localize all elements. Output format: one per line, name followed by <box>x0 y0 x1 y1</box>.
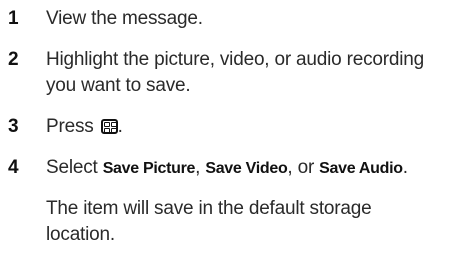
step-text: View the message. <box>46 8 203 29</box>
step-number: 1 <box>8 8 19 29</box>
separator: , or <box>287 157 320 178</box>
step-text-after: . <box>117 116 123 137</box>
step-text-select: Select <box>46 157 103 178</box>
save-picture-option: Save Picture <box>102 160 196 177</box>
save-video-option: Save Video <box>205 160 288 177</box>
step-note: The item will save in the default storag… <box>46 198 372 245</box>
step-number: 4 <box>8 157 19 178</box>
step-text-before: Press <box>46 116 99 137</box>
step-number: 2 <box>8 49 19 70</box>
step-text: Highlight the picture, video, or audio r… <box>46 49 425 96</box>
save-audio-option: Save Audio <box>319 160 403 177</box>
step-number: 3 <box>8 116 19 137</box>
step-text-end: . <box>402 157 408 178</box>
step-text: Select Save Picture, Save Video, or Save… <box>46 155 441 182</box>
menu-key-icon <box>100 119 118 134</box>
separator: , <box>195 157 206 178</box>
step-text: Press . <box>46 114 441 140</box>
